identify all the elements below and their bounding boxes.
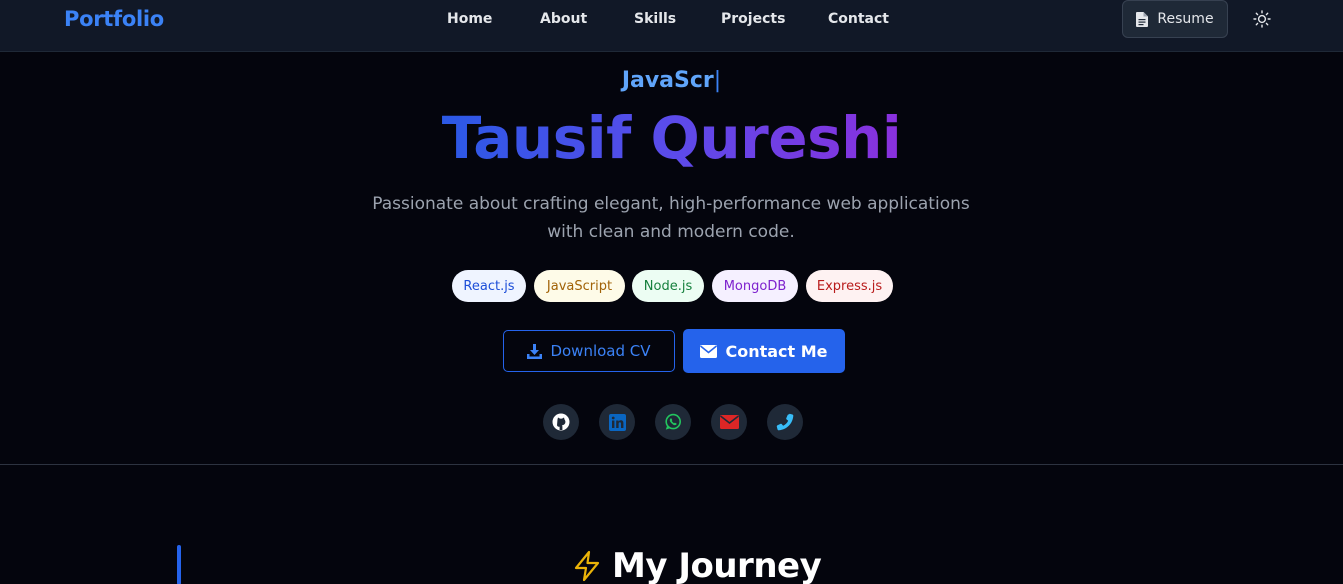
- contact-me-button[interactable]: Contact Me: [683, 329, 845, 373]
- whatsapp-link[interactable]: [655, 404, 691, 440]
- hero-tagline: Passionate about crafting elegant, high-…: [371, 190, 971, 246]
- lightning-icon: [574, 550, 600, 582]
- typed-role: JavaScr|: [0, 68, 1343, 93]
- linkedin-icon: [608, 413, 626, 431]
- journey-heading: My Journey: [572, 546, 822, 584]
- tagline-line-2: with clean and modern code.: [547, 222, 795, 242]
- nav-link-home[interactable]: Home: [447, 11, 492, 27]
- nav-link-skills[interactable]: Skills: [634, 11, 676, 27]
- nav-link-contact[interactable]: Contact: [828, 11, 889, 27]
- file-icon: [1136, 11, 1149, 27]
- resume-label: Resume: [1157, 11, 1214, 27]
- skill-pill-react: React.js: [452, 270, 526, 302]
- hero-name-text: Tausif Qureshi: [441, 104, 902, 172]
- timeline-accent-bar: [177, 545, 181, 584]
- section-divider: [0, 464, 1343, 465]
- whatsapp-icon: [665, 413, 681, 430]
- typing-caret: |: [713, 68, 722, 93]
- hero-name: Tausif Qureshi: [0, 104, 1343, 172]
- skill-pill-javascript: JavaScript: [534, 270, 625, 302]
- phone-icon: [776, 413, 794, 431]
- skill-pill-express: Express.js: [806, 270, 893, 302]
- download-icon: [527, 343, 543, 359]
- email-icon: [719, 415, 739, 429]
- contact-me-label: Contact Me: [725, 341, 828, 361]
- download-cv-label: Download CV: [550, 342, 651, 360]
- navbar: Portfolio Home About Skills Projects Con…: [0, 0, 1343, 52]
- sun-icon: [1253, 10, 1271, 28]
- resume-button[interactable]: Resume: [1122, 0, 1228, 38]
- linkedin-link[interactable]: [599, 404, 635, 440]
- skill-pill-nodejs: Node.js: [632, 270, 704, 302]
- tagline-line-1: Passionate about crafting elegant, high-…: [372, 194, 970, 214]
- skill-pill-mongodb: MongoDB: [712, 270, 798, 302]
- typed-text: JavaScr: [621, 68, 714, 93]
- download-cv-button[interactable]: Download CV: [503, 330, 675, 372]
- envelope-icon: [700, 344, 718, 358]
- theme-toggle-button[interactable]: [1250, 8, 1274, 30]
- email-link[interactable]: [711, 404, 747, 440]
- nav-link-about[interactable]: About: [540, 11, 587, 27]
- phone-link[interactable]: [767, 404, 803, 440]
- github-link[interactable]: [543, 404, 579, 440]
- journey-title: My Journey: [612, 546, 822, 584]
- github-icon: [552, 413, 570, 431]
- logo[interactable]: Portfolio: [64, 7, 164, 31]
- nav-link-projects[interactable]: Projects: [721, 11, 785, 27]
